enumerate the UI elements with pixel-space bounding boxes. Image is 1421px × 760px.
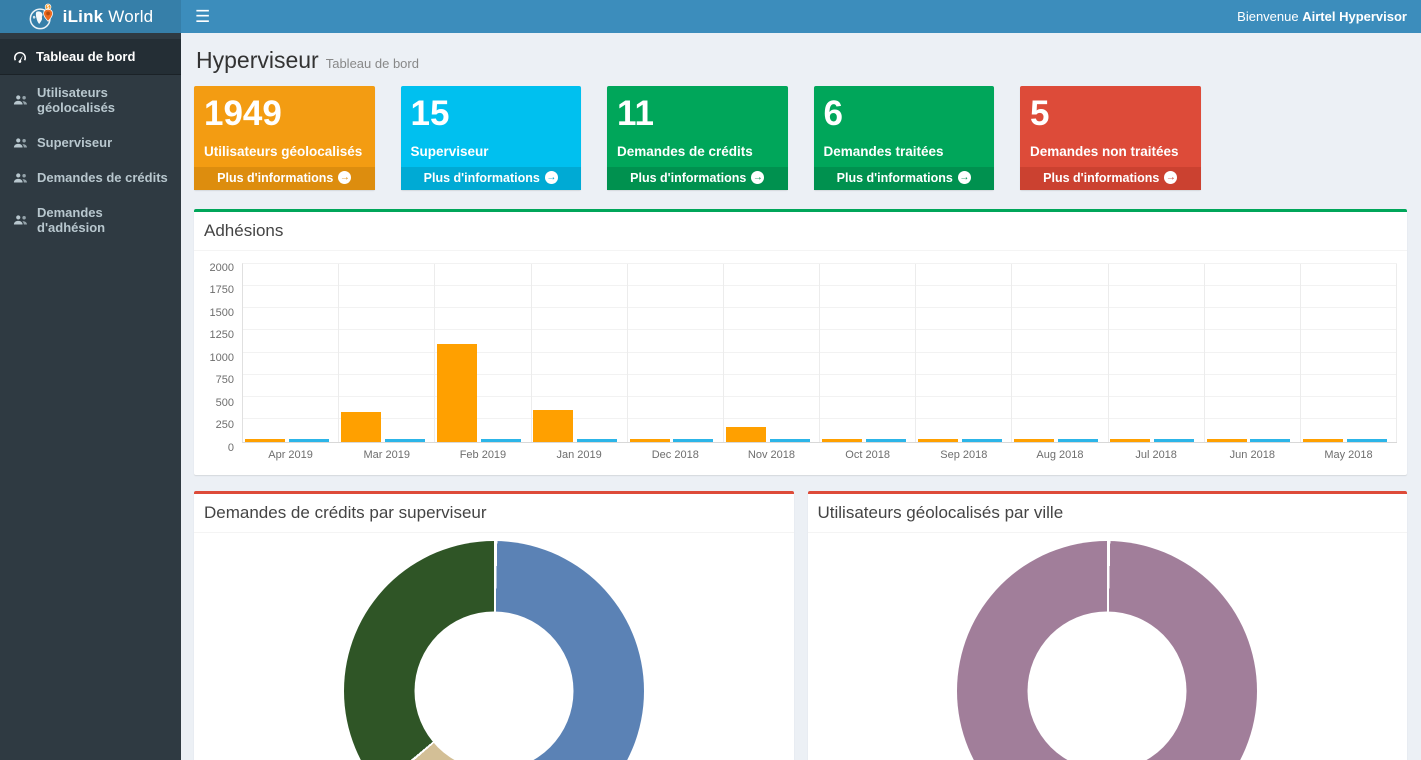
- users-icon: [13, 94, 28, 106]
- user-menu[interactable]: Bienvenue Airtel Hypervisor: [1237, 9, 1421, 24]
- stat-label: Utilisateurs géolocalisés: [204, 144, 365, 159]
- hamburger-menu-icon: ☰: [195, 7, 210, 27]
- brand-name: iLink World: [63, 7, 154, 27]
- more-info-link[interactable]: Plus d'informations →: [1020, 167, 1201, 190]
- sidebar: Tableau de bord Utilisateurs géolocalisé…: [0, 33, 181, 760]
- stat-card-demandes-non-traitees: 5 Demandes non traitées Plus d'informati…: [1020, 86, 1201, 190]
- stat-value: 15: [411, 95, 572, 134]
- stat-label: Superviseur: [411, 144, 572, 159]
- page-subtitle: Tableau de bord: [326, 56, 419, 71]
- stat-card-demandes-traitees: 6 Demandes traitées Plus d'informations …: [814, 86, 995, 190]
- stat-card-superviseur: 15 Superviseur Plus d'informations →: [401, 86, 582, 190]
- more-info-link[interactable]: Plus d'informations →: [401, 167, 582, 190]
- more-info-link[interactable]: Plus d'informations →: [814, 167, 995, 190]
- content-area: Hyperviseur Tableau de bord 1949 Utilisat…: [181, 33, 1421, 760]
- top-bar: $ iLink World ☰ Bienvenue Airtel Hypervi…: [0, 0, 1421, 33]
- sidebar-item-utilisateurs-geolocalises[interactable]: Utilisateurs géolocalisés: [0, 75, 181, 125]
- user-name: Airtel Hypervisor: [1302, 9, 1407, 24]
- svg-text:$: $: [46, 4, 49, 10]
- villes-donut-box: Utilisateurs géolocalisés par ville: [808, 491, 1408, 760]
- sidebar-item-tableau-de-bord[interactable]: Tableau de bord: [0, 39, 181, 75]
- stat-label: Demandes non traitées: [1030, 144, 1191, 159]
- adhesions-chart-box: Adhésions 025050075010001250150017502000…: [194, 209, 1407, 475]
- stat-label: Demandes de crédits: [617, 144, 778, 159]
- globe-pin-icon: $: [28, 3, 56, 31]
- arrow-circle-right-icon: →: [545, 171, 558, 184]
- more-info-link[interactable]: Plus d'informations →: [194, 167, 375, 190]
- page-title: Hyperviseur: [196, 47, 319, 73]
- stat-card-utilisateurs-geolocalises: 1949 Utilisateurs géolocalisés Plus d'in…: [194, 86, 375, 190]
- dashboard-icon: [13, 51, 27, 63]
- arrow-circle-right-icon: →: [338, 171, 351, 184]
- sidebar-item-label: Utilisateurs géolocalisés: [37, 85, 168, 115]
- arrow-circle-right-icon: →: [751, 171, 764, 184]
- users-icon: [13, 172, 28, 184]
- stat-value: 5: [1030, 95, 1191, 134]
- sidebar-item-demandes-de-credits[interactable]: Demandes de crédits: [0, 160, 181, 195]
- stat-cards-row: 1949 Utilisateurs géolocalisés Plus d'in…: [194, 86, 1407, 190]
- welcome-text: Bienvenue: [1237, 9, 1298, 24]
- sidebar-toggle-button[interactable]: ☰: [181, 0, 224, 33]
- credits-donut-box: Demandes de crédits par superviseur: [194, 491, 794, 760]
- navbar: ☰ Bienvenue Airtel Hypervisor: [181, 0, 1421, 33]
- chart-title: Demandes de crédits par superviseur: [204, 503, 487, 522]
- more-info-link[interactable]: Plus d'informations →: [607, 167, 788, 190]
- stat-value: 1949: [204, 95, 365, 134]
- sidebar-item-superviseur[interactable]: Superviseur: [0, 125, 181, 160]
- chart-title: Utilisateurs géolocalisés par ville: [818, 503, 1064, 522]
- stat-label: Demandes traitées: [824, 144, 985, 159]
- sidebar-item-label: Demandes de crédits: [37, 170, 168, 185]
- sidebar-item-label: Superviseur: [37, 135, 112, 150]
- arrow-circle-right-icon: →: [1164, 171, 1177, 184]
- brand-logo[interactable]: $ iLink World: [0, 0, 181, 33]
- chart-title: Adhésions: [204, 221, 283, 240]
- sidebar-item-label: Demandes d'adhésion: [37, 205, 168, 235]
- villes-donut-chart: [957, 541, 1257, 760]
- stat-value: 11: [617, 95, 778, 134]
- sidebar-item-demandes-adhesion[interactable]: Demandes d'adhésion: [0, 195, 181, 245]
- arrow-circle-right-icon: →: [958, 171, 971, 184]
- donut-row: Demandes de crédits par superviseur Util…: [194, 491, 1407, 760]
- credits-donut-chart: [344, 541, 644, 760]
- users-icon: [13, 137, 28, 149]
- stat-value: 6: [824, 95, 985, 134]
- users-icon: [13, 214, 28, 226]
- stat-card-demandes-credits: 11 Demandes de crédits Plus d'informatio…: [607, 86, 788, 190]
- sidebar-item-label: Tableau de bord: [36, 49, 135, 64]
- page-header: Hyperviseur Tableau de bord: [194, 42, 1407, 86]
- adhesions-bar-chart: 025050075010001250150017502000Apr 2019Ma…: [198, 253, 1403, 475]
- empty-grid-cell: [1227, 86, 1408, 190]
